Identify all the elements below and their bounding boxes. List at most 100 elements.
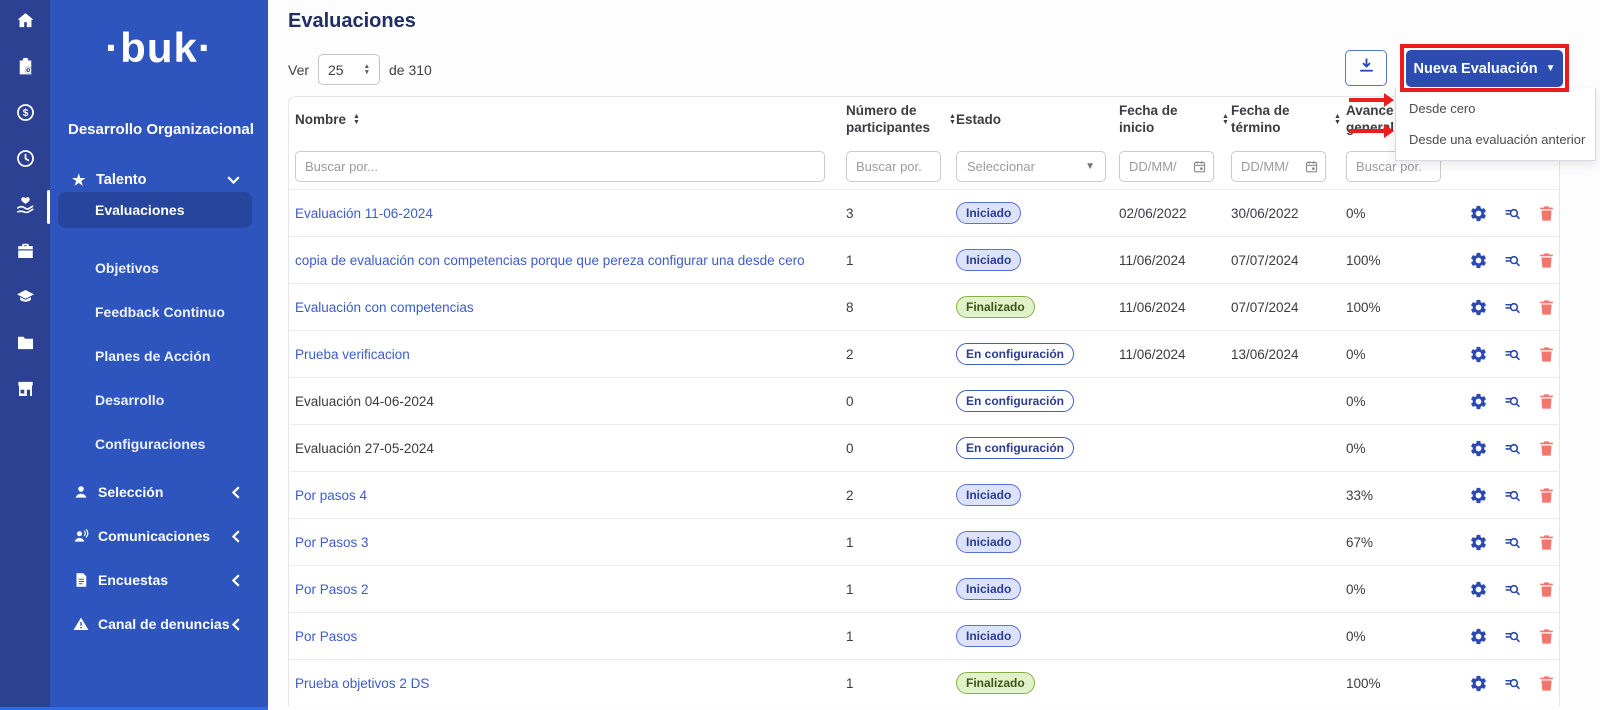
new-evaluation-menu: Desde ceroDesde una evaluación anterior [1395,88,1596,161]
settings-icon[interactable] [1469,204,1488,223]
participants-count: 8 [846,300,956,315]
sidebar-item-label: Evaluaciones [95,202,185,218]
status-badge: Iniciado [956,484,1021,506]
sort-icon[interactable]: ▲▼ [353,114,360,126]
sidebar-item-planes-de-acci-n[interactable]: Planes de Acción [50,334,268,378]
detail-search-icon[interactable] [1503,486,1522,505]
delete-icon[interactable] [1537,580,1556,599]
settings-icon[interactable] [1469,392,1488,411]
detail-search-icon[interactable] [1503,439,1522,458]
start-date: 02/06/2022 [1119,206,1231,221]
detail-search-icon[interactable] [1503,580,1522,599]
settings-icon[interactable] [1469,674,1488,693]
evaluation-link[interactable]: Evaluación con competencias [295,300,474,315]
delete-icon[interactable] [1537,204,1556,223]
column-header-nombre[interactable]: Nombre▲▼ [289,112,846,129]
settings-icon[interactable] [1469,627,1488,646]
start-date-filter-input[interactable] [1119,151,1214,182]
rail-item-hand-heart[interactable] [0,184,50,230]
sidebar-item-desarrollo[interactable]: Desarrollo [50,378,268,422]
evaluation-link[interactable]: Prueba objetivos 2 DS [295,676,429,691]
detail-search-icon[interactable] [1503,298,1522,317]
rail-item-graduation-cap[interactable] [0,276,50,322]
rail-item-money[interactable]: $ [0,92,50,138]
evaluation-link[interactable]: Evaluación 11-06-2024 [295,206,433,221]
delete-icon[interactable] [1537,439,1556,458]
menu-item-desde-una-evaluaci-n-anterior[interactable]: Desde una evaluación anterior [1396,124,1595,155]
table-row: Prueba objetivos 2 DS1Finalizado100% [289,659,1559,706]
sidebar-group-canal-de-denuncias[interactable]: Canal de denuncias [50,602,268,646]
detail-search-icon[interactable] [1503,533,1522,552]
name-filter-input[interactable] [295,151,825,182]
settings-icon[interactable] [1469,533,1488,552]
new-evaluation-button[interactable]: Nueva Evaluación ▼ [1406,50,1563,87]
settings-icon[interactable] [1469,439,1488,458]
status-badge: En configuración [956,343,1074,365]
sidebar-item-configuraciones[interactable]: Configuraciones [50,422,268,466]
evaluation-link[interactable]: Por Pasos 3 [295,535,369,550]
status-badge: En configuración [956,390,1074,412]
folder-icon [15,332,36,358]
sort-icon[interactable]: ▲▼ [949,114,956,126]
sidebar-item-feedback-continuo[interactable]: Feedback Continuo [50,290,268,334]
settings-icon[interactable] [1469,580,1488,599]
delete-icon[interactable] [1537,392,1556,411]
evaluation-link[interactable]: Por Pasos 2 [295,582,369,597]
progress-value: 0% [1346,206,1461,221]
start-date: 11/06/2024 [1119,253,1231,268]
evaluation-link[interactable]: copia de evaluación con competencias por… [295,253,805,268]
column-header-fecha-de-t-rmino[interactable]: Fecha de término▲▼ [1231,103,1346,137]
participants-count: 1 [846,676,956,691]
delete-icon[interactable] [1537,674,1556,693]
detail-search-icon[interactable] [1503,251,1522,270]
person-speech-icon [72,527,90,545]
menu-item-desde-cero[interactable]: Desde cero [1396,93,1595,124]
settings-icon[interactable] [1469,298,1488,317]
delete-icon[interactable] [1537,627,1556,646]
detail-search-icon[interactable] [1503,627,1522,646]
evaluation-link[interactable]: Por Pasos [295,629,357,644]
evaluations-table: Nombre▲▼Número de participantes▲▼EstadoF… [288,96,1560,706]
participants-filter-input[interactable] [846,151,941,182]
rail-item-clock[interactable] [0,138,50,184]
sidebar-item-objetivos[interactable]: Objetivos [50,246,268,290]
detail-search-icon[interactable] [1503,204,1522,223]
evaluation-link[interactable]: Prueba verificacion [295,347,410,362]
status-badge: Iniciado [956,531,1021,553]
detail-search-icon[interactable] [1503,674,1522,693]
sort-icon[interactable]: ▲▼ [1334,114,1341,126]
rail-item-folder[interactable] [0,322,50,368]
sidebar-group-selecci-n[interactable]: Selección [50,470,268,514]
settings-icon[interactable] [1469,251,1488,270]
detail-search-icon[interactable] [1503,345,1522,364]
detail-search-icon[interactable] [1503,392,1522,411]
settings-icon[interactable] [1469,345,1488,364]
briefcase-icon [15,240,36,266]
sort-icon[interactable]: ▲▼ [1222,114,1229,126]
column-header-n-mero-de-participantes[interactable]: Número de participantes▲▼ [846,103,956,137]
estado-filter-select[interactable]: Seleccionar ▼ [956,151,1106,182]
end-date-filter-input[interactable] [1231,151,1326,182]
delete-icon[interactable] [1537,533,1556,552]
sidebar-item-evaluaciones[interactable]: Evaluaciones [58,192,252,228]
sidebar-group-comunicaciones[interactable]: Comunicaciones [50,514,268,558]
end-date: 30/06/2022 [1231,206,1346,221]
delete-icon[interactable] [1537,486,1556,505]
settings-icon[interactable] [1469,486,1488,505]
delete-icon[interactable] [1537,251,1556,270]
evaluation-link[interactable]: Por pasos 4 [295,488,367,503]
rail-item-storefront[interactable] [0,368,50,414]
delete-icon[interactable] [1537,298,1556,317]
delete-icon[interactable] [1537,345,1556,364]
rail-item-home[interactable] [0,0,50,46]
rail-item-clipboard-clock[interactable] [0,46,50,92]
sidebar-group-label: Selección [98,484,163,500]
participants-count: 1 [846,253,956,268]
column-header-estado[interactable]: Estado [956,112,1119,129]
chevron-left-icon [231,618,240,631]
sidebar-group-encuestas[interactable]: Encuestas [50,558,268,602]
rail-item-briefcase[interactable] [0,230,50,276]
column-header-fecha-de-inicio[interactable]: Fecha de inicio▲▼ [1119,103,1231,137]
per-page-select[interactable]: 25 ▲▼ [318,54,380,85]
download-button[interactable] [1345,50,1387,86]
